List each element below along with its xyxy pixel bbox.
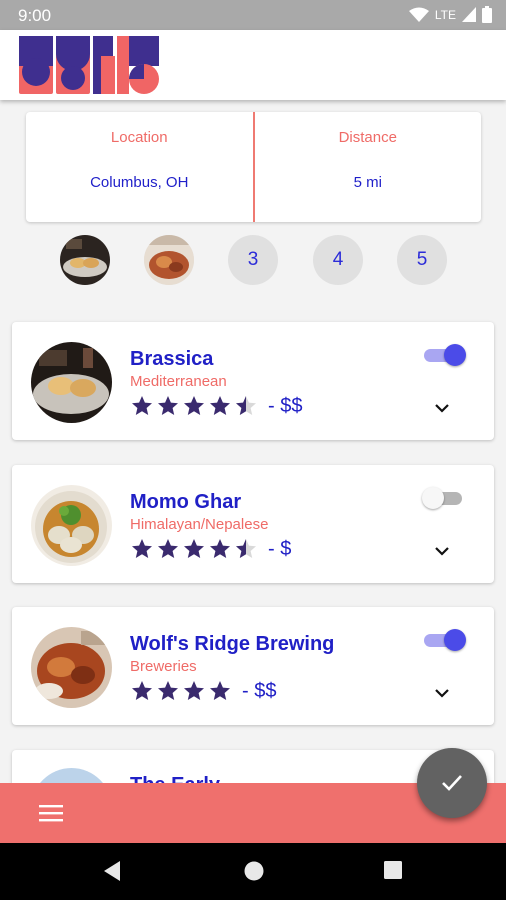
check-icon	[442, 775, 462, 791]
wifi-icon	[408, 7, 429, 22]
star-rating-icons	[130, 537, 260, 561]
app-header	[0, 30, 506, 100]
location-label: Location	[110, 129, 168, 146]
restaurant-card[interactable]: Wolf's Ridge Brewing Breweries - $$	[12, 607, 494, 725]
chevron-down-icon[interactable]	[434, 545, 450, 557]
food-photo-icon	[60, 235, 110, 285]
restaurant-cuisine: Mediterranean	[130, 373, 227, 390]
distance-label: Distance	[338, 129, 397, 146]
restaurant-photo	[31, 342, 112, 423]
star-full-icon	[132, 681, 152, 700]
star-full-icon	[184, 539, 204, 558]
toggle-knob	[444, 344, 466, 366]
restaurant-rating: - $	[130, 537, 291, 561]
network-type-label: LTE	[434, 7, 456, 22]
location-filter[interactable]: Location Columbus, OH	[26, 112, 253, 222]
distance-filter[interactable]: Distance 5 mi	[252, 112, 482, 222]
star-half-icon	[236, 396, 256, 415]
menu-icon[interactable]	[38, 802, 64, 824]
star-full-icon	[210, 539, 230, 558]
restaurant-card[interactable]: Brassica Mediterranean - $$	[12, 322, 494, 440]
page-2-thumbnail[interactable]	[144, 235, 194, 285]
restaurant-cuisine: Himalayan/Nepalese	[130, 516, 269, 533]
battery-icon	[482, 6, 492, 23]
chevron-down-icon[interactable]	[434, 402, 450, 414]
confirm-fab-button[interactable]	[417, 748, 487, 818]
distance-value: 5 mi	[353, 174, 382, 191]
restaurant-photo	[31, 485, 112, 566]
restaurant-cuisine: Breweries	[130, 658, 197, 675]
recents-icon[interactable]	[383, 860, 403, 880]
back-icon[interactable]	[102, 860, 122, 882]
restaurant-card[interactable]: Momo Ghar Himalayan/Nepalese - $	[12, 465, 494, 583]
restaurant-price: - $$	[242, 679, 277, 702]
star-full-icon	[158, 681, 178, 700]
page-4-button[interactable]: 4	[313, 235, 363, 285]
restaurant-price: - $	[268, 537, 292, 560]
restaurant-rating: - $$	[130, 394, 302, 418]
star-rating-icons	[130, 394, 260, 418]
toggle-knob	[422, 487, 444, 509]
star-full-icon	[158, 396, 178, 415]
cell-signal-icon	[462, 7, 476, 22]
status-icons: LTE	[408, 6, 492, 23]
restaurant-name: Brassica	[130, 348, 214, 370]
star-full-icon	[210, 681, 230, 700]
restaurant-name: Momo Ghar	[130, 491, 242, 513]
restaurant-name: Wolf's Ridge Brewing	[130, 633, 335, 655]
star-full-icon	[184, 681, 204, 700]
page-1-thumbnail[interactable]	[60, 235, 110, 285]
select-toggle[interactable]	[422, 487, 466, 509]
select-toggle[interactable]	[422, 344, 466, 366]
app-logo	[19, 36, 159, 94]
star-full-icon	[132, 396, 152, 415]
select-toggle[interactable]	[422, 629, 466, 651]
system-nav-bar	[0, 843, 506, 900]
star-half-icon	[236, 539, 256, 558]
star-full-icon	[158, 539, 178, 558]
status-bar: 9:00 LTE	[0, 0, 506, 30]
page-selector: 3 4 5	[0, 235, 506, 285]
page-5-button[interactable]: 5	[397, 235, 447, 285]
location-value: Columbus, OH	[90, 174, 189, 191]
star-rating-icons	[130, 679, 234, 703]
restaurant-price: - $$	[268, 394, 303, 417]
page-3-button[interactable]: 3	[228, 235, 278, 285]
star-full-icon	[132, 539, 152, 558]
food-photo-icon	[144, 235, 194, 285]
filter-card: Location Columbus, OH Distance 5 mi	[26, 112, 481, 222]
toggle-knob	[444, 629, 466, 651]
chevron-down-icon[interactable]	[434, 687, 450, 699]
restaurant-rating: - $$	[130, 679, 276, 703]
home-icon[interactable]	[243, 860, 265, 882]
restaurant-photo	[31, 627, 112, 708]
star-full-icon	[184, 396, 204, 415]
status-time: 9:00	[18, 6, 52, 25]
star-full-icon	[210, 396, 230, 415]
